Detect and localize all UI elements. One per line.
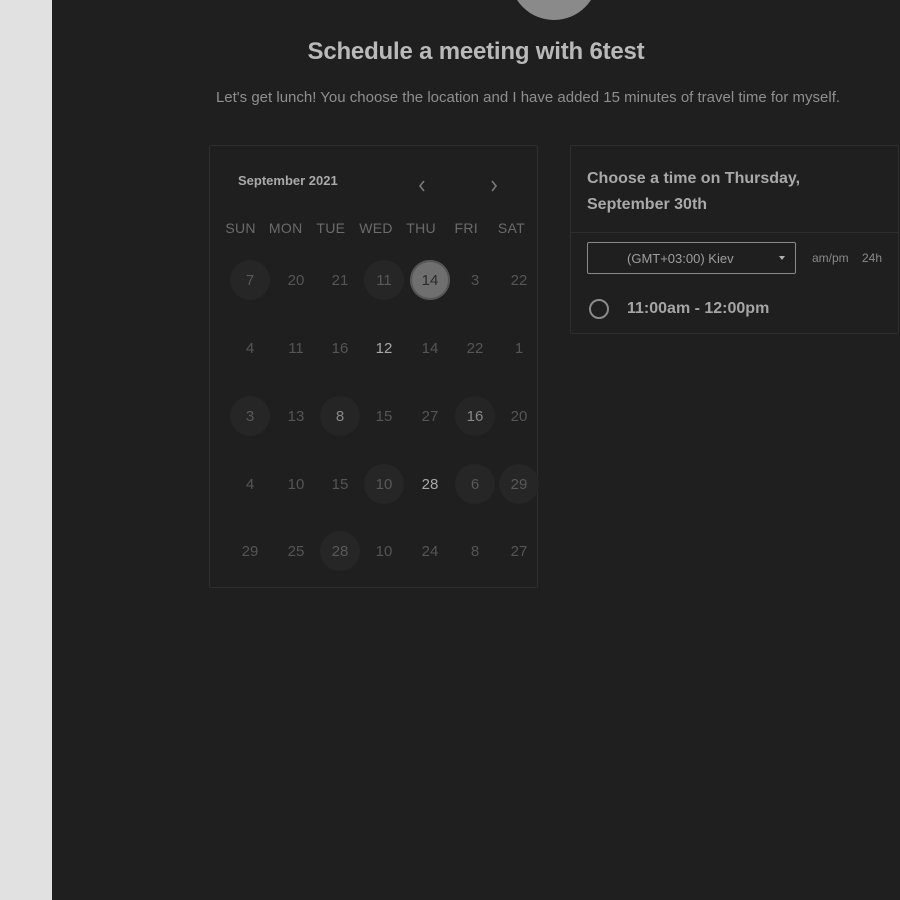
calendar-day[interactable]: 7 [230, 260, 270, 300]
time-format-ampm[interactable]: am/pm [812, 251, 849, 265]
caret-down-icon [779, 256, 785, 260]
calendar-day: 22 [466, 339, 484, 357]
left-gutter [0, 0, 52, 900]
event-description: Let's get lunch! You choose the location… [215, 89, 841, 106]
calendar-day: 15 [375, 407, 393, 425]
chevron-right-icon [491, 180, 498, 192]
weekday-sat: SAT [497, 220, 525, 236]
calendar-day: 10 [287, 475, 305, 493]
weekday-header: SUN MON TUE WED THU FRI SAT [218, 220, 534, 236]
weekday-fri: FRI [454, 220, 478, 236]
calendar-day: 1 [514, 339, 524, 357]
calendar-day: 14 [421, 339, 439, 357]
calendar-day[interactable]: 16 [455, 396, 495, 436]
calendar-day[interactable]: 10 [364, 464, 404, 504]
weekday-tue: TUE [316, 220, 346, 236]
avatar [510, 0, 598, 20]
time-slot[interactable]: 11:00am - 12:00pm [589, 296, 769, 322]
calendar-day[interactable]: 3 [230, 396, 270, 436]
next-month-button[interactable] [482, 174, 506, 198]
time-selection-panel: Choose a time on Thursday, September 30t… [570, 145, 899, 334]
chevron-left-icon [418, 180, 425, 192]
weekday-sun: SUN [225, 220, 256, 236]
calendar-day-selected[interactable]: 14 [410, 260, 450, 300]
prev-month-button[interactable] [410, 174, 434, 198]
calendar-day[interactable]: 12 [364, 328, 404, 368]
time-slot-label: 11:00am - 12:00pm [627, 300, 770, 317]
calendar-day: 27 [510, 542, 528, 560]
weekday-thu: THU [406, 220, 436, 236]
calendar-day: 25 [287, 542, 305, 560]
calendar-day: 10 [375, 542, 393, 560]
calendar-day: 16 [331, 339, 349, 357]
calendar-day[interactable]: 11 [364, 260, 404, 300]
calendar-day: 20 [287, 271, 305, 289]
page-title: Schedule a meeting with 6test [307, 38, 645, 65]
calendar-day: 4 [245, 475, 255, 493]
calendar-month-label: September 2021 [238, 173, 338, 188]
weekday-mon: MON [268, 220, 303, 236]
calendar-day: 13 [287, 407, 305, 425]
calendar-day: 22 [510, 271, 528, 289]
calendar-panel: September 2021 SUN MON TUE WED THU FRI S… [209, 145, 539, 588]
time-format-24h[interactable]: 24h [862, 251, 882, 265]
calendar-day: 27 [421, 407, 439, 425]
divider [571, 232, 898, 233]
calendar-day: 4 [245, 339, 255, 357]
calendar-day[interactable]: 29 [499, 464, 539, 504]
radio-button[interactable] [589, 299, 609, 319]
booking-page: Schedule a meeting with 6test Let's get … [52, 0, 900, 900]
time-panel-heading: Choose a time on Thursday, September 30t… [587, 170, 801, 213]
calendar-day: 24 [421, 542, 439, 560]
calendar-day[interactable]: 8 [320, 396, 360, 436]
calendar-day: 20 [510, 407, 528, 425]
calendar-day[interactable]: 28 [320, 531, 360, 571]
timezone-select[interactable]: (GMT+03:00) Kiev [587, 242, 796, 274]
calendar-day[interactable]: 28 [410, 464, 450, 504]
calendar-day: 29 [241, 542, 259, 560]
calendar-day: 11 [288, 339, 304, 357]
calendar-day: 15 [331, 475, 349, 493]
calendar-day: 8 [470, 542, 480, 560]
calendar-day: 21 [331, 271, 349, 289]
weekday-wed: WED [359, 220, 393, 236]
timezone-value: (GMT+03:00) Kiev [627, 250, 734, 266]
calendar-day[interactable]: 6 [455, 464, 495, 504]
calendar-day: 3 [470, 271, 480, 289]
